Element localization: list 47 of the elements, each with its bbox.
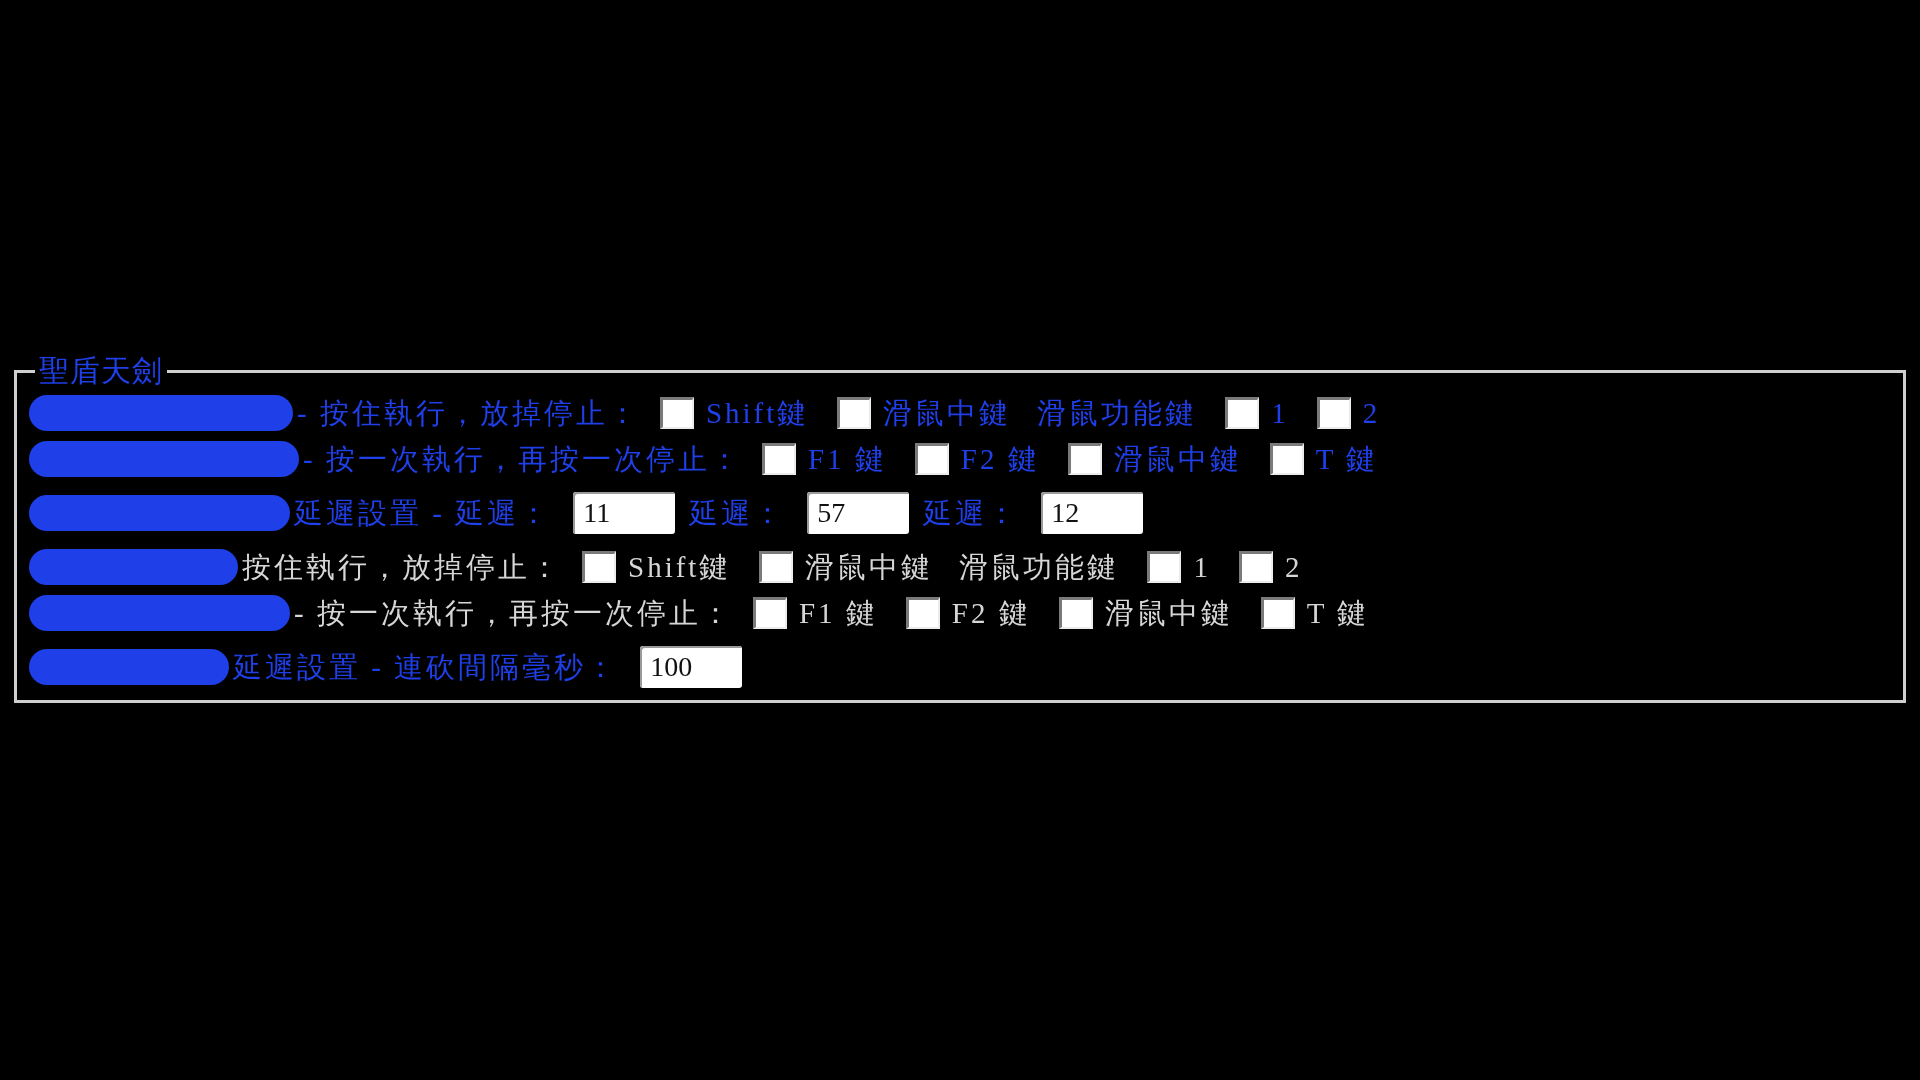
checkbox-label: 2 bbox=[1284, 550, 1303, 584]
checkbox-label: 滑鼠中鍵 bbox=[805, 550, 934, 584]
row-label: - 按住執行，放掉停止： bbox=[297, 396, 640, 430]
checkbox-label: 滑鼠中鍵 bbox=[883, 396, 1012, 430]
field-label: 滑鼠功能鍵 bbox=[959, 550, 1120, 584]
checkbox[interactable] bbox=[1067, 443, 1102, 475]
checkbox-label: 滑鼠中鍵 bbox=[1113, 442, 1242, 476]
checkbox[interactable] bbox=[1238, 551, 1273, 583]
checkbox[interactable] bbox=[1058, 597, 1093, 629]
field-label: 滑鼠功能鍵 bbox=[1037, 396, 1198, 430]
checkbox-label: 滑鼠中鍵 bbox=[1104, 596, 1233, 630]
checkbox[interactable] bbox=[1147, 551, 1182, 583]
checkbox[interactable] bbox=[659, 397, 694, 429]
row-label: 延遲設置 - 延遲： bbox=[294, 496, 552, 530]
row-label: - 按一次執行，再按一次停止： bbox=[303, 442, 742, 476]
checkbox-label: F2 鍵 bbox=[951, 596, 1031, 630]
field-label: 延遲： bbox=[923, 496, 1020, 530]
checkbox[interactable] bbox=[582, 551, 616, 583]
checkbox[interactable] bbox=[761, 443, 796, 475]
field-label: 延遲： bbox=[689, 496, 786, 530]
delay-input[interactable]: 100 bbox=[640, 646, 743, 688]
checkbox-label: T 鍵 bbox=[1306, 596, 1370, 630]
checkbox-label: 1 bbox=[1271, 396, 1289, 430]
delay-input[interactable]: 57 bbox=[807, 492, 910, 534]
checkbox[interactable] bbox=[1225, 397, 1260, 429]
checkbox[interactable] bbox=[837, 397, 872, 429]
checkbox-label: T 鍵 bbox=[1315, 442, 1379, 476]
checkbox-label: 1 bbox=[1193, 550, 1211, 584]
delay-input[interactable]: 11 bbox=[573, 492, 676, 534]
group-title: 聖盾天劍 bbox=[38, 354, 164, 388]
checkbox-label: Shift鍵 bbox=[705, 396, 810, 430]
row-label: 延遲設置 - 連砍間隔毫秒： bbox=[233, 650, 619, 684]
row-label: - 按一次執行，再按一次停止： bbox=[294, 596, 733, 630]
checkbox-label: F2 鍵 bbox=[960, 442, 1040, 476]
checkbox[interactable] bbox=[905, 597, 940, 629]
delay-input[interactable]: 12 bbox=[1041, 492, 1144, 534]
checkbox[interactable] bbox=[1316, 397, 1351, 429]
checkbox-label: F1 鍵 bbox=[807, 442, 887, 476]
checkbox-label: Shift鍵 bbox=[628, 550, 732, 584]
checkbox[interactable] bbox=[914, 443, 949, 475]
row-label: 按住執行，放掉停止： bbox=[242, 550, 562, 584]
checkbox[interactable] bbox=[1260, 597, 1295, 629]
checkbox-label: 2 bbox=[1362, 396, 1381, 430]
checkbox[interactable] bbox=[752, 597, 787, 629]
checkbox[interactable] bbox=[1269, 443, 1304, 475]
checkbox-label: F1 鍵 bbox=[798, 596, 878, 630]
checkbox[interactable] bbox=[759, 551, 794, 583]
